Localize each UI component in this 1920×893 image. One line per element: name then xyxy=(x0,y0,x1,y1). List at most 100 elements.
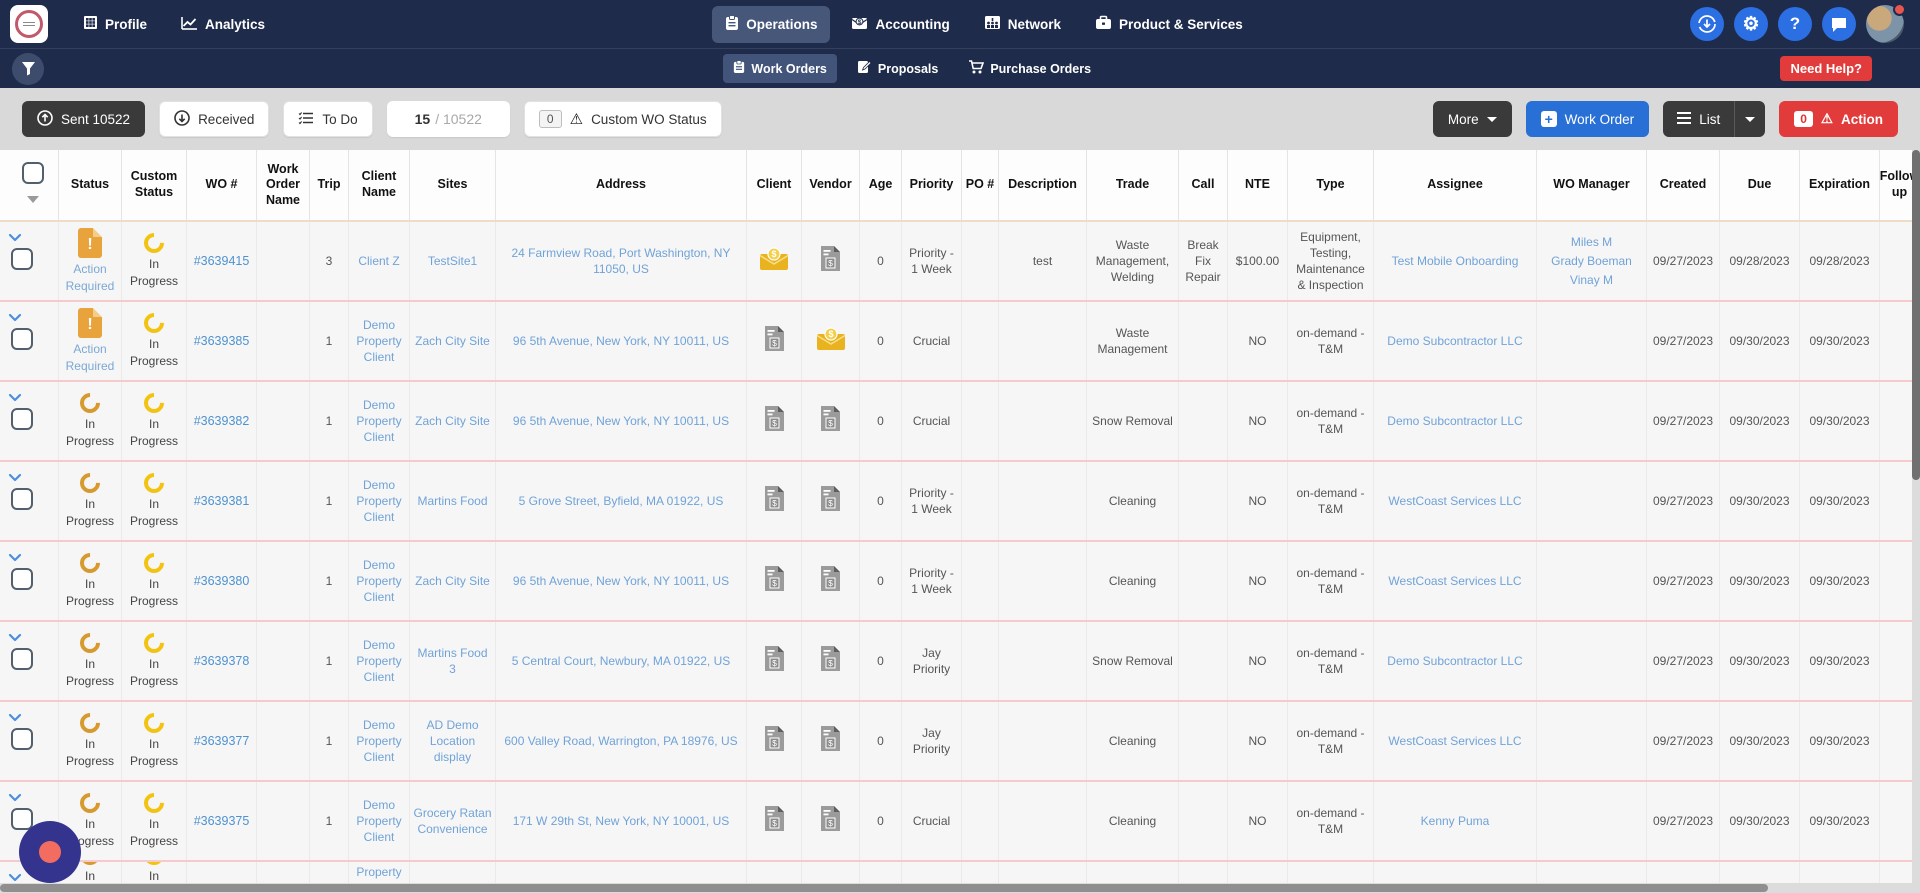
status-label[interactable]: Action Required xyxy=(62,261,118,293)
col-header-type[interactable]: Type xyxy=(1288,150,1374,220)
row-checkbox[interactable] xyxy=(11,488,33,511)
col-header-call[interactable]: Call xyxy=(1179,150,1228,220)
wo-manager-link[interactable]: Vinay M xyxy=(1570,272,1613,288)
client-name-link[interactable]: Demo Property Client xyxy=(352,397,406,446)
expand-row-icon[interactable] xyxy=(8,790,22,806)
expand-row-icon[interactable] xyxy=(8,870,22,883)
col-header-trip[interactable]: Trip xyxy=(310,150,349,220)
wo-link[interactable]: #3639377 xyxy=(194,733,250,750)
site-link[interactable]: Martins Food xyxy=(417,493,487,509)
col-header-priority[interactable]: Priority xyxy=(902,150,962,220)
new-work-order-button[interactable]: + Work Order xyxy=(1525,101,1650,137)
wo-link[interactable]: #3639385 xyxy=(194,333,250,350)
client-name-link[interactable]: Demo Property Client xyxy=(352,317,406,366)
nav-item-analytics[interactable]: Analytics xyxy=(168,7,278,42)
expand-all-caret-icon[interactable] xyxy=(27,196,39,203)
select-all-checkbox[interactable] xyxy=(22,162,44,184)
address-link[interactable]: 600 Valley Road, Warrington, PA 18976, U… xyxy=(504,733,737,749)
client-name-link[interactable]: Client Z xyxy=(358,253,399,269)
col-header-po-[interactable]: PO # xyxy=(962,150,999,220)
wo-link[interactable]: #3639378 xyxy=(194,653,250,670)
assignee-link[interactable]: WestCoast Services LLC xyxy=(1388,493,1521,509)
col-header-client-name[interactable]: Client Name xyxy=(349,150,410,220)
chat-icon[interactable] xyxy=(1822,7,1856,41)
nav-item-product-services[interactable]: Product & Services xyxy=(1082,6,1256,42)
address-link[interactable]: 5 Grove Street, Byfield, MA 01922, US xyxy=(519,493,724,509)
row-checkbox[interactable] xyxy=(11,408,33,431)
client-name-link[interactable]: Demo Property Client xyxy=(352,797,406,846)
address-link[interactable]: 96 5th Avenue, New York, NY 10011, US xyxy=(513,413,729,429)
site-link[interactable]: Grocery Ratan Convenience xyxy=(413,805,492,837)
assignee-link[interactable]: WestCoast Services LLC xyxy=(1388,733,1521,749)
assignee-link[interactable]: WestCoast Services LLC xyxy=(1388,573,1521,589)
client-name-link[interactable]: Demo Property Client xyxy=(352,557,406,606)
wo-manager-link[interactable]: Grady Boeman xyxy=(1551,253,1632,269)
assignee-link[interactable]: Demo Subcontractor LLC xyxy=(1387,333,1522,349)
nav-item-operations[interactable]: Operations xyxy=(712,5,831,43)
todo-filter-button[interactable]: To Do xyxy=(283,101,373,137)
col-header-vendor[interactable]: Vendor xyxy=(802,150,860,220)
site-link[interactable]: Zach City Site xyxy=(415,573,490,589)
address-link[interactable]: 24 Farmview Road, Port Washington, NY 11… xyxy=(499,245,743,277)
col-header-sites[interactable]: Sites xyxy=(410,150,496,220)
received-filter-button[interactable]: Received xyxy=(159,101,270,137)
assignee-link[interactable]: Kenny Puma xyxy=(1421,813,1490,829)
col-header-wo-manager[interactable]: WO Manager xyxy=(1537,150,1647,220)
wo-link[interactable]: #3639380 xyxy=(194,573,250,590)
horizontal-scrollbar[interactable] xyxy=(0,883,1920,893)
col-header-age[interactable]: Age xyxy=(860,150,902,220)
address-link[interactable]: 171 W 29th St, New York, NY 10001, US xyxy=(513,813,730,829)
client-name-link[interactable]: Demo Property Client xyxy=(352,477,406,526)
col-header-trade[interactable]: Trade xyxy=(1087,150,1179,220)
col-header-assignee[interactable]: Assignee xyxy=(1374,150,1537,220)
nav-item-network[interactable]: Network xyxy=(971,6,1074,42)
tab-purchase-orders[interactable]: Purchase Orders xyxy=(958,54,1101,83)
expand-row-icon[interactable] xyxy=(8,390,22,406)
nav-item-accounting[interactable]: $ Accounting xyxy=(838,6,962,42)
col-header-nte[interactable]: NTE xyxy=(1228,150,1288,220)
col-header-status[interactable]: Status xyxy=(59,150,122,220)
col-header-due[interactable]: Due xyxy=(1720,150,1800,220)
col-header-address[interactable]: Address xyxy=(496,150,747,220)
expand-row-icon[interactable] xyxy=(8,310,22,326)
tab-work-orders[interactable]: Work Orders xyxy=(723,54,837,83)
expand-row-icon[interactable] xyxy=(8,550,22,566)
expand-row-icon[interactable] xyxy=(8,630,22,646)
user-avatar[interactable] xyxy=(1866,3,1906,43)
custom-wo-status-button[interactable]: 0 ⚠ Custom WO Status xyxy=(523,101,722,137)
col-header-wo-[interactable]: WO # xyxy=(187,150,257,220)
status-label[interactable]: Action Required xyxy=(62,341,118,373)
wo-link[interactable]: #3639381 xyxy=(194,493,250,510)
assignee-link[interactable]: Demo Subcontractor LLC xyxy=(1387,653,1522,669)
assignee-link[interactable]: Demo Subcontractor LLC xyxy=(1387,413,1522,429)
list-dropdown-toggle[interactable] xyxy=(1734,101,1766,137)
site-link[interactable]: Zach City Site xyxy=(415,333,490,349)
vertical-scrollbar[interactable] xyxy=(1912,150,1920,893)
row-checkbox[interactable] xyxy=(11,648,33,671)
wo-link[interactable]: #3639382 xyxy=(194,413,250,430)
col-header-custom-status[interactable]: Custom Status xyxy=(122,150,187,220)
site-link[interactable]: Zach City Site xyxy=(415,413,490,429)
settings-gear-icon[interactable]: ⚙ xyxy=(1734,7,1768,41)
col-header-expiration[interactable]: Expiration xyxy=(1800,150,1880,220)
assignee-link[interactable]: Test Mobile Onboarding xyxy=(1392,253,1519,269)
row-checkbox[interactable] xyxy=(11,328,33,351)
col-header-work-order-name[interactable]: Work Order Name xyxy=(257,150,310,220)
need-help-button[interactable]: Need Help? xyxy=(1780,56,1872,81)
company-logo[interactable] xyxy=(10,5,48,43)
col-header-description[interactable]: Description xyxy=(999,150,1087,220)
address-link[interactable]: 96 5th Avenue, New York, NY 10011, US xyxy=(513,333,729,349)
client-name-link[interactable]: Demo Property Client xyxy=(352,717,406,766)
site-link[interactable]: Martins Food 3 xyxy=(413,645,492,677)
col-header-created[interactable]: Created xyxy=(1647,150,1720,220)
site-link[interactable]: AD Demo Location display xyxy=(413,717,492,766)
horizontal-scrollbar-thumb[interactable] xyxy=(0,884,1768,892)
wo-manager-link[interactable]: Miles M xyxy=(1571,234,1612,250)
expand-row-icon[interactable] xyxy=(8,710,22,726)
sent-filter-button[interactable]: Sent 10522 xyxy=(22,101,146,137)
funnel-icon[interactable] xyxy=(12,52,44,85)
row-checkbox[interactable] xyxy=(11,728,33,751)
accessibility-widget-button[interactable] xyxy=(19,821,81,883)
address-link[interactable]: 5 Central Court, Newbury, MA 01922, US xyxy=(512,653,731,669)
vertical-scrollbar-thumb[interactable] xyxy=(1912,150,1920,480)
